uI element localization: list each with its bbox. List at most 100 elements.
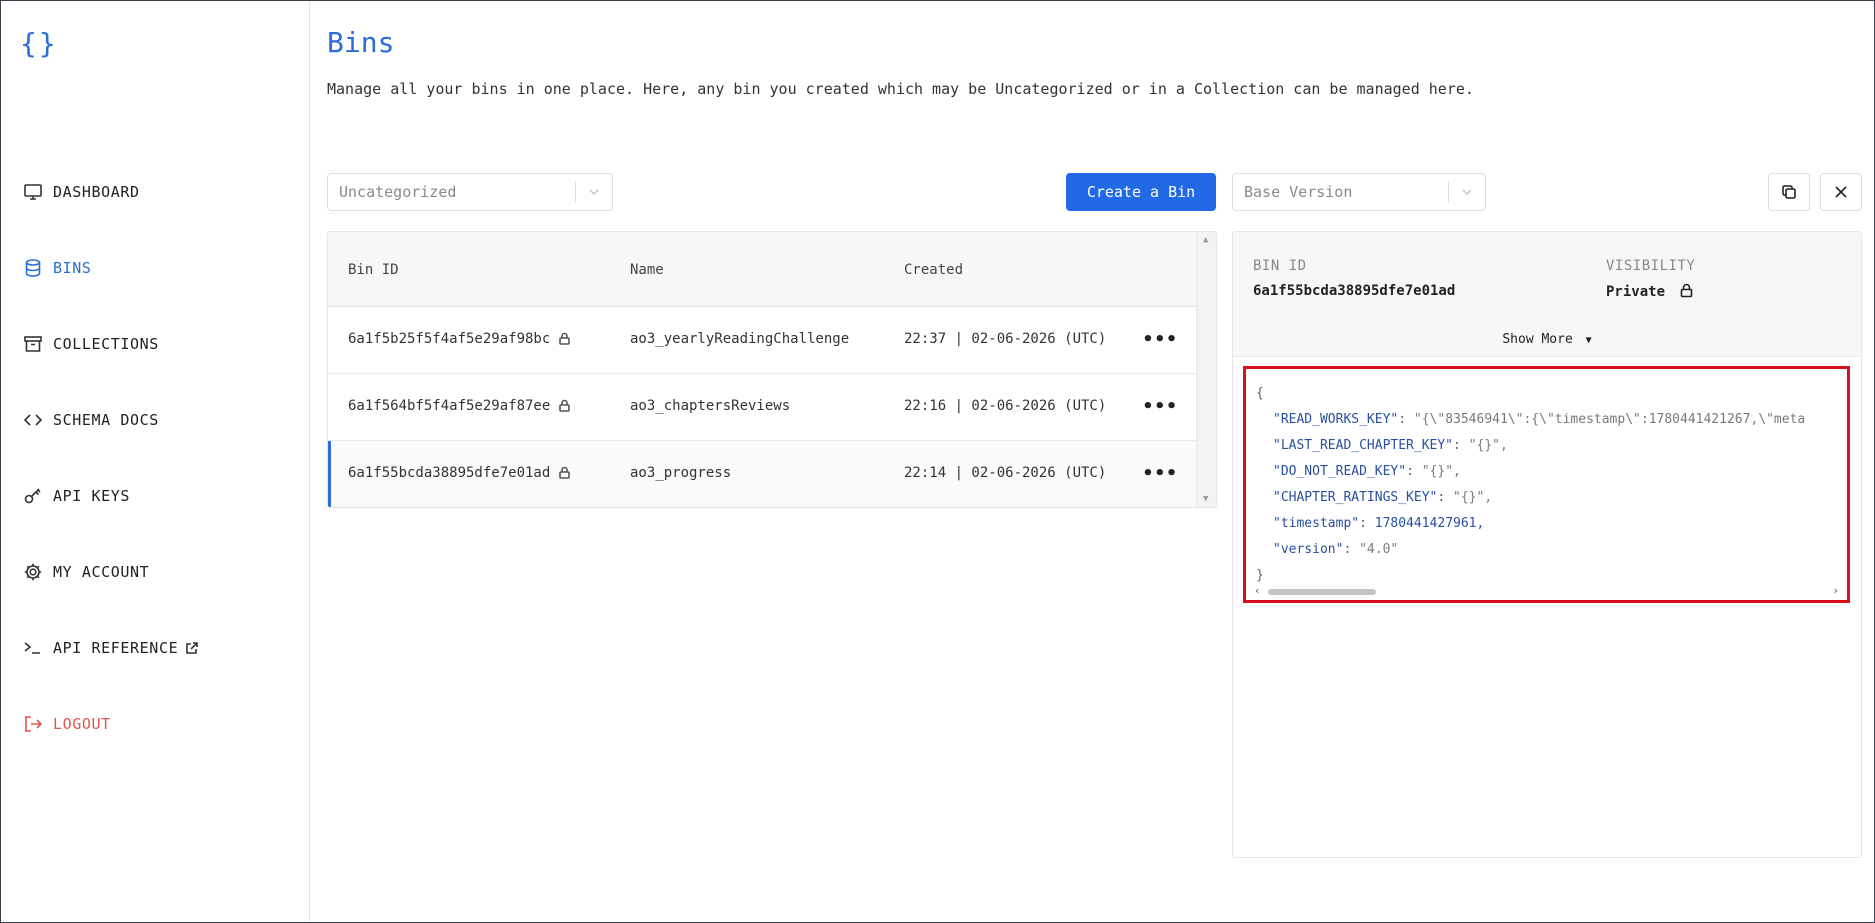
json-key: "version" — [1273, 542, 1344, 557]
json-line: "READ_WORKS_KEY": "{\"83546941\":{\"time… — [1273, 412, 1806, 427]
bin-detail-header: BIN ID 6a1f55bcda38895dfe7e01ad VISIBILI… — [1233, 232, 1861, 357]
collection-select[interactable]: Uncategorized — [327, 173, 613, 211]
json-editor[interactable]: { "READ_WORKS_KEY": "{\"83546941\":{\"ti… — [1243, 366, 1850, 603]
collection-select-value: Uncategorized — [339, 183, 457, 201]
bin-created-cell: 22:14 | 02-06-2026 (UTC) — [904, 465, 1107, 481]
sidebar-item-label: API REFERENCE — [53, 639, 179, 657]
table-row[interactable]: 6a1f564bf5f4af5e29af87ee ao3_chaptersRev… — [328, 374, 1198, 441]
json-key: "LAST_READ_CHAPTER_KEY" — [1273, 438, 1454, 453]
json-value: 1780441427961, — [1374, 516, 1485, 531]
bin-id-label: BIN ID — [1253, 258, 1307, 274]
archive-icon — [24, 336, 42, 352]
table-scrollbar[interactable]: ▲ ▼ — [1196, 232, 1216, 507]
sidebar-item-api-reference[interactable]: API REFERENCE — [23, 633, 199, 663]
json-horizontal-scrollbar[interactable]: ‹ › — [1254, 584, 1839, 597]
bin-id-cell: 6a1f5b25f5f4af5e29af98bc — [348, 331, 571, 347]
json-line: "timestamp": 1780441427961, — [1273, 516, 1485, 531]
bin-id: 6a1f564bf5f4af5e29af87ee — [348, 398, 551, 414]
key-icon — [24, 488, 41, 504]
column-header-created[interactable]: Created — [904, 262, 963, 278]
json-value: "{\"83546941\":{\"timestamp\":1780441421… — [1413, 412, 1806, 427]
sidebar-item-my-account[interactable]: MY ACCOUNT — [23, 557, 149, 587]
sidebar-item-label: BINS — [53, 259, 92, 277]
bins-table: Bin ID Name Created 6a1f5b25f5f4af5e29af… — [327, 231, 1217, 508]
bin-id-value[interactable]: 6a1f55bcda38895dfe7e01ad — [1253, 283, 1455, 299]
sidebar-item-collections[interactable]: COLLECTIONS — [23, 329, 159, 359]
sidebar-item-label: API KEYS — [53, 487, 131, 505]
chevron-down-icon — [1449, 185, 1485, 199]
bin-name-cell: ao3_chaptersReviews — [630, 398, 791, 414]
json-key: "timestamp" — [1273, 516, 1360, 531]
table-row[interactable]: 6a1f5b25f5f4af5e29af98bc ao3_yearlyReadi… — [328, 307, 1198, 374]
column-header-name[interactable]: Name — [630, 262, 664, 278]
copy-icon — [1782, 185, 1796, 199]
page-subtitle: Manage all your bins in one place. Here,… — [327, 80, 1474, 98]
version-select[interactable]: Base Version — [1232, 173, 1486, 211]
bin-id: 6a1f55bcda38895dfe7e01ad — [348, 465, 551, 481]
row-menu-button[interactable]: ••• — [1142, 396, 1178, 417]
sidebar-item-bins[interactable]: BINS — [23, 253, 92, 283]
show-more-label: Show More — [1502, 332, 1573, 347]
bin-name-cell: ao3_yearlyReadingChallenge — [630, 331, 850, 347]
sidebar-item-label: COLLECTIONS — [53, 335, 159, 353]
json-key: "CHAPTER_RATINGS_KEY" — [1273, 490, 1438, 505]
json-close-brace: } — [1256, 568, 1264, 583]
logout-icon — [25, 716, 43, 732]
table-header: Bin ID Name Created — [328, 232, 1198, 307]
visibility-label: VISIBILITY — [1606, 258, 1696, 274]
scroll-left-icon[interactable]: ‹ — [1254, 584, 1261, 597]
sidebar-item-label: LOGOUT — [53, 715, 111, 733]
sidebar-item-logout[interactable]: LOGOUT — [23, 709, 111, 739]
scroll-up-icon[interactable]: ▲ — [1203, 235, 1208, 245]
json-value: "{}", — [1468, 438, 1508, 453]
lock-icon — [559, 466, 571, 479]
sidebar-item-label: SCHEMA DOCS — [53, 411, 159, 429]
page-title: Bins — [327, 26, 395, 59]
logo[interactable]: {} — [20, 27, 58, 60]
chevron-down-icon — [576, 185, 612, 199]
json-value: "4.0" — [1359, 542, 1399, 557]
create-bin-button[interactable]: Create a Bin — [1066, 173, 1216, 211]
show-more-toggle[interactable]: Show More ▼ — [1233, 332, 1861, 347]
json-line: "LAST_READ_CHAPTER_KEY": "{}", — [1273, 438, 1508, 453]
version-select-value: Base Version — [1244, 183, 1353, 201]
column-header-bin-id[interactable]: Bin ID — [348, 262, 399, 278]
json-line: "version": "4.0" — [1273, 542, 1399, 557]
lock-icon — [559, 332, 571, 345]
json-open-brace: { — [1256, 386, 1264, 401]
json-value: "{}", — [1453, 490, 1493, 505]
bin-name-cell: ao3_progress — [630, 465, 732, 481]
visibility-text: Private — [1606, 284, 1666, 300]
lock-icon — [1681, 283, 1693, 298]
row-menu-button[interactable]: ••• — [1142, 463, 1178, 484]
json-line: "CHAPTER_RATINGS_KEY": "{}", — [1273, 490, 1493, 505]
database-icon — [25, 259, 41, 277]
close-icon — [1835, 186, 1847, 198]
table-row-selected[interactable]: 6a1f55bcda38895dfe7e01ad ao3_progress 22… — [328, 441, 1198, 507]
scroll-down-icon[interactable]: ▼ — [1203, 494, 1208, 504]
terminal-icon — [24, 642, 40, 654]
scrollbar-thumb[interactable] — [1268, 589, 1376, 595]
gear-icon — [24, 563, 42, 581]
bin-id-cell: 6a1f564bf5f4af5e29af87ee — [348, 398, 571, 414]
bin-created-cell: 22:37 | 02-06-2026 (UTC) — [904, 331, 1107, 347]
caret-down-icon: ▼ — [1585, 335, 1592, 346]
close-button[interactable] — [1820, 173, 1862, 211]
bin-id-cell: 6a1f55bcda38895dfe7e01ad — [348, 465, 571, 481]
sidebar-item-dashboard[interactable]: DASHBOARD — [23, 177, 140, 207]
sidebar: {} DASHBOARD BINS COLLECTIONS SCHEMA DOC… — [1, 1, 310, 922]
json-value: "{}", — [1421, 464, 1461, 479]
visibility-value[interactable]: Private — [1606, 283, 1694, 300]
scroll-right-icon[interactable]: › — [1832, 584, 1839, 597]
copy-button[interactable] — [1768, 173, 1810, 211]
code-icon — [23, 414, 43, 426]
monitor-icon — [24, 184, 42, 200]
bin-id: 6a1f5b25f5f4af5e29af98bc — [348, 331, 551, 347]
json-key: "DO_NOT_READ_KEY" — [1273, 464, 1407, 479]
sidebar-item-schema-docs[interactable]: SCHEMA DOCS — [23, 405, 159, 435]
json-key: "READ_WORKS_KEY" — [1273, 412, 1399, 427]
bin-created-cell: 22:16 | 02-06-2026 (UTC) — [904, 398, 1107, 414]
sidebar-item-label: DASHBOARD — [53, 183, 140, 201]
sidebar-item-api-keys[interactable]: API KEYS — [23, 481, 130, 511]
row-menu-button[interactable]: ••• — [1142, 329, 1178, 350]
